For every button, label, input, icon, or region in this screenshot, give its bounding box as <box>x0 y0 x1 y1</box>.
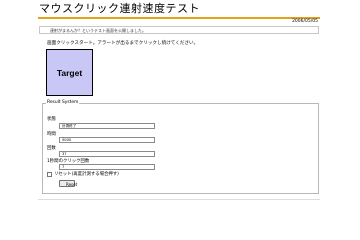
result-fieldset <box>42 103 319 194</box>
state-label: 状態 <box>47 117 56 122</box>
time-label: 時間 <box>47 132 56 137</box>
instruction-text: 画面クリックスタート。アラートが出るまでクリックし続けてください。 <box>47 41 199 46</box>
state-field[interactable] <box>59 123 155 129</box>
reset-button[interactable]: Reset <box>59 180 77 187</box>
notice-box: 連射がまるんか？というテスト画面を公開しました。 <box>39 26 319 34</box>
page-title: マウスクリック連射速度テスト <box>39 2 200 15</box>
click-target[interactable]: Target <box>46 49 93 96</box>
time-field[interactable] <box>59 137 155 143</box>
rate-field[interactable] <box>59 164 155 170</box>
click-target-label: Target <box>56 67 83 78</box>
result-legend: Result System <box>46 100 80 105</box>
count-field[interactable] <box>59 151 155 157</box>
count-label: 回数 <box>47 146 56 151</box>
repeat-checkbox[interactable] <box>47 172 52 177</box>
bottom-divider <box>38 199 320 200</box>
publish-date: 2006/05/05 <box>292 19 318 24</box>
title-underline <box>38 17 320 19</box>
repeat-label: リセット(再度計測する場合押す) <box>54 172 119 177</box>
